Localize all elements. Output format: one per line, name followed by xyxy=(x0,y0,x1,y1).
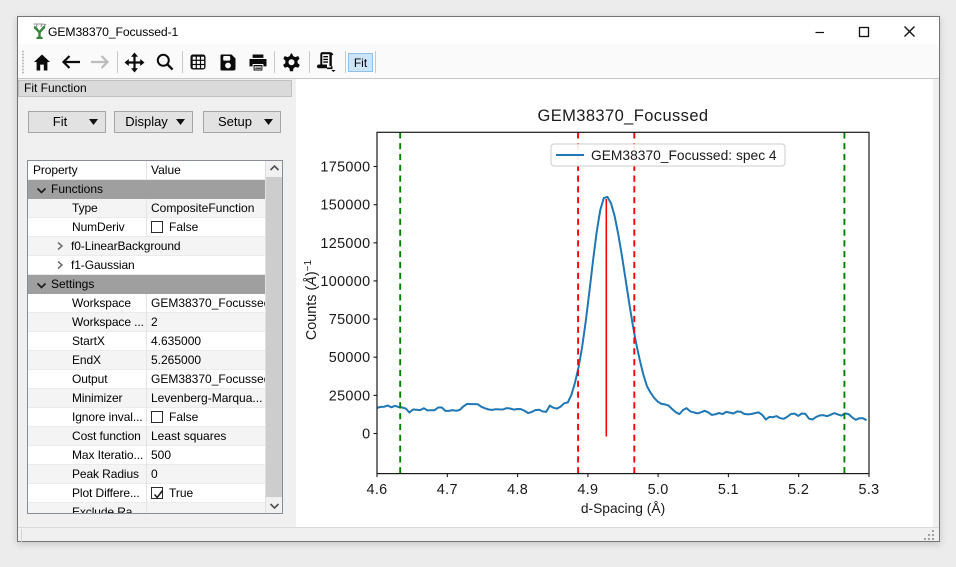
svg-text:Counts (Å)−1: Counts (Å)−1 xyxy=(303,259,321,340)
svg-text:175000: 175000 xyxy=(320,160,370,176)
svg-text:5.0: 5.0 xyxy=(648,482,669,498)
svg-text:75000: 75000 xyxy=(329,312,371,328)
svg-text:5.2: 5.2 xyxy=(788,482,809,498)
svg-text:150000: 150000 xyxy=(320,198,370,214)
svg-text:125000: 125000 xyxy=(320,236,370,252)
svg-text:4.6: 4.6 xyxy=(366,482,387,498)
svg-text:4.7: 4.7 xyxy=(437,482,458,498)
svg-text:5.1: 5.1 xyxy=(718,482,739,498)
svg-text:4.8: 4.8 xyxy=(507,482,528,498)
svg-text:0: 0 xyxy=(362,427,370,443)
svg-text:5.3: 5.3 xyxy=(858,482,879,498)
svg-text:100000: 100000 xyxy=(320,274,370,290)
svg-text:d-Spacing (Å): d-Spacing (Å) xyxy=(581,500,665,516)
svg-text:GEM38370_Focussed: spec 4: GEM38370_Focussed: spec 4 xyxy=(591,148,777,163)
svg-text:4.9: 4.9 xyxy=(577,482,598,498)
svg-text:25000: 25000 xyxy=(329,388,371,404)
svg-text:50000: 50000 xyxy=(329,350,371,366)
svg-text:GEM38370_Focussed: GEM38370_Focussed xyxy=(538,107,709,125)
